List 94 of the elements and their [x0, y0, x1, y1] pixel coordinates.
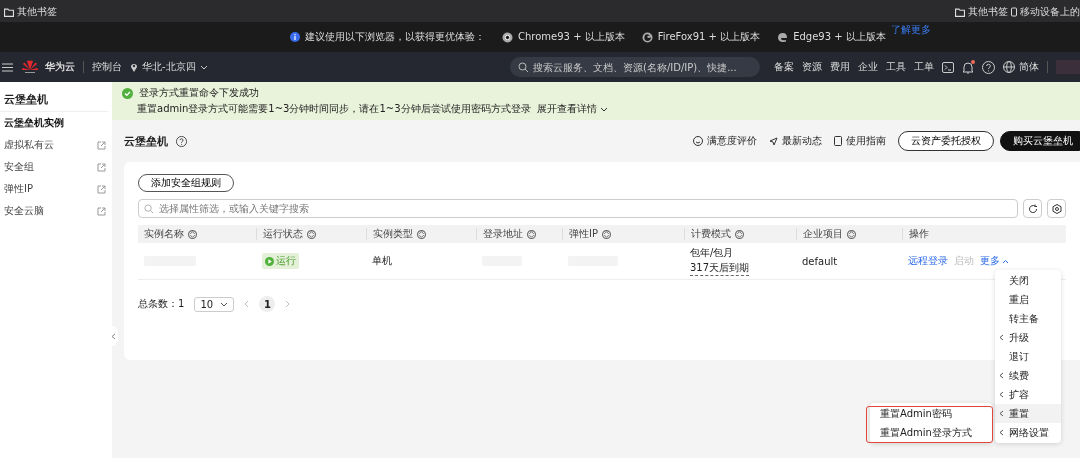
add-rule-button[interactable]: 添加安全组规则: [138, 174, 234, 192]
menu-item[interactable]: 重置: [995, 404, 1061, 423]
page-action-link[interactable]: 使用指南: [834, 134, 886, 148]
filter-search-field[interactable]: 选择属性筛选，或输入关键字搜索: [138, 199, 1018, 218]
page-title: 云堡垒机: [124, 133, 168, 149]
folder-icon: [955, 7, 965, 17]
paper-plane-icon: [769, 136, 778, 146]
table-cell: 包年/包月: [690, 246, 734, 260]
search-icon: [518, 61, 529, 73]
banner-title: 登录方式重置命令下发成功: [139, 86, 259, 100]
menu-item[interactable]: 扩容: [995, 385, 1061, 404]
location-pin-icon: [130, 62, 138, 72]
column-header[interactable]: 登录地址: [476, 228, 562, 240]
sidebar-item[interactable]: 云堡垒机实例: [0, 112, 112, 134]
sidebar-item[interactable]: 弹性IP: [0, 178, 112, 200]
learn-more-link[interactable]: 了解更多: [890, 23, 931, 37]
nav-link[interactable]: 费用: [830, 60, 850, 74]
folder-icon: [4, 7, 14, 17]
menu-item[interactable]: 续费: [995, 366, 1061, 385]
column-header[interactable]: 企业项目: [796, 228, 902, 240]
buy-button[interactable]: 购买云堡垒机: [1000, 131, 1080, 151]
chevron-down-icon: [199, 64, 208, 70]
nav-link[interactable]: 企业: [858, 60, 878, 74]
table-cell: 单机: [372, 254, 392, 268]
column-header[interactable]: 计费模式: [684, 228, 796, 240]
menu-item[interactable]: 升级: [995, 328, 1061, 347]
info-icon: [290, 32, 300, 42]
browser-icon: [502, 31, 513, 43]
nav-link[interactable]: 工单: [914, 60, 934, 74]
document-icon: [834, 136, 842, 146]
region-selector[interactable]: 华北-北京四: [130, 60, 208, 74]
nav-link[interactable]: 备案: [774, 60, 794, 74]
browser-label: Chrome93 + 以上版本: [518, 30, 625, 44]
menu-item[interactable]: 重启: [995, 290, 1061, 309]
phone-icon: [1011, 7, 1017, 17]
notification-bell-icon[interactable]: [962, 60, 974, 74]
chevron-left-icon: [110, 332, 116, 340]
browser-icon: [641, 31, 653, 43]
menu-icon[interactable]: [2, 62, 13, 72]
page-action-link[interactable]: 最新动态: [769, 134, 822, 148]
menu-item[interactable]: 重置Admin登录方式: [870, 423, 992, 442]
menu-item[interactable]: 退订: [995, 347, 1061, 366]
browser-label: Edge93 + 以上版本: [793, 30, 886, 44]
global-search-field[interactable]: 搜索云服务、文档、资源(名称/ID/IP)、快捷...: [510, 57, 760, 77]
settings-icon: [1051, 203, 1062, 214]
chevron-up-icon: [1002, 258, 1009, 264]
chevron-down-icon: [220, 301, 229, 307]
smiley-icon: [693, 136, 703, 146]
total-count: 总条数：1: [138, 297, 185, 311]
chevron-down-icon: [599, 106, 608, 112]
language-selector[interactable]: 简体: [1003, 60, 1039, 74]
authorize-button[interactable]: 云资产委托授权: [898, 131, 994, 151]
row-action-link[interactable]: 远程登录: [908, 254, 948, 268]
nav-link[interactable]: 资源: [802, 60, 822, 74]
banner-detail: 重置admin登录方式可能需要1~3分钟时间同步，请在1~3分钟后尝试使用密码方式登录: [137, 102, 531, 116]
flower-logo-icon: [21, 60, 39, 74]
refresh-icon: [1027, 203, 1038, 214]
menu-item[interactable]: 关闭: [995, 271, 1061, 290]
expiry-text[interactable]: 317天后到期: [690, 261, 750, 276]
column-header[interactable]: 运行状态: [256, 228, 366, 240]
settings-button[interactable]: [1047, 199, 1066, 218]
sidebar-title: 云堡垒机: [0, 82, 108, 112]
console-link[interactable]: 控制台: [92, 60, 122, 74]
table-cell: default: [802, 255, 838, 267]
help-icon[interactable]: [176, 135, 187, 147]
nav-link[interactable]: 工具: [886, 60, 906, 74]
page-size-select[interactable]: 10: [194, 296, 235, 312]
column-header[interactable]: 实例类型: [366, 228, 476, 240]
sidebar-item[interactable]: 安全云脑: [0, 200, 112, 222]
bookmark-link[interactable]: 其他书签: [17, 5, 57, 19]
column-header[interactable]: 弹性IP: [562, 228, 684, 240]
column-header: 操作: [902, 228, 1022, 240]
sidebar-item[interactable]: 虚拟私有云: [0, 134, 112, 156]
check-circle-icon: [122, 87, 133, 99]
menu-item[interactable]: 转主备: [995, 309, 1061, 328]
brand-name[interactable]: 华为云: [45, 60, 75, 74]
column-header[interactable]: 实例名称: [138, 228, 256, 240]
browser-label: FireFox91 + 以上版本: [657, 30, 761, 44]
page-action-link[interactable]: 满意度评价: [693, 134, 757, 148]
status-tag: 运行: [262, 253, 299, 269]
refresh-button[interactable]: [1023, 199, 1042, 218]
notice-text: 建议使用以下浏览器，以获得更优体验：: [305, 30, 485, 44]
more-dropdown[interactable]: 更多: [980, 254, 1009, 268]
expand-details-link[interactable]: 展开查看详情: [536, 102, 608, 116]
bookmark-link[interactable]: 其他书签: [968, 5, 1008, 19]
play-circle-icon: [265, 256, 274, 266]
menu-item[interactable]: 网络设置: [995, 423, 1061, 442]
menu-item[interactable]: 重置Admin密码: [870, 404, 992, 423]
globe-icon: [1003, 61, 1015, 73]
sidebar-item[interactable]: 安全组: [0, 156, 112, 178]
browser-icon: [777, 31, 789, 43]
page-number[interactable]: 1: [259, 296, 276, 312]
bookmark-link[interactable]: 移动设备上的: [1020, 5, 1080, 19]
terminal-icon[interactable]: [942, 61, 954, 73]
